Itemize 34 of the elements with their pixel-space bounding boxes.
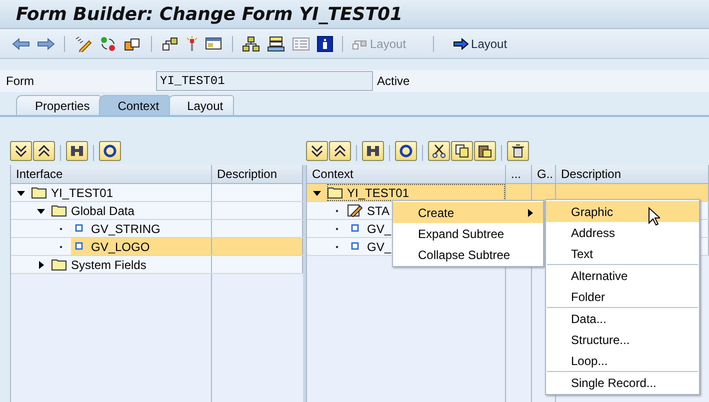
column-header[interactable]: G..	[532, 165, 556, 183]
menu-item[interactable]: Folder	[546, 286, 699, 307]
tree-node[interactable]: System Fields	[51, 256, 150, 273]
form-label: Form	[5, 74, 35, 88]
menu-item[interactable]: Alternative	[546, 265, 699, 286]
layout-button[interactable]: Layout	[453, 36, 508, 50]
menu-item[interactable]: Address	[546, 222, 699, 243]
menu-item[interactable]: Structure...	[546, 329, 699, 350]
tree-node[interactable]: GV_	[347, 220, 396, 237]
tree-node[interactable]: YI_TEST01	[327, 184, 505, 201]
tab[interactable]: Properties	[16, 95, 101, 115]
form-name-field[interactable]: YI_TEST01	[156, 71, 373, 91]
menu-item[interactable]: Collapse Subtree	[393, 244, 543, 265]
column-header[interactable]: ...	[506, 165, 532, 183]
window-title: Form Builder: Change Form YI_TEST01	[16, 4, 403, 24]
status-text: Active	[377, 74, 410, 88]
menu-item[interactable]: Graphic	[546, 201, 699, 222]
column-header[interactable]: Interface	[11, 165, 212, 183]
tab[interactable]: Layout	[168, 95, 234, 115]
tree-node[interactable]: GV_STRING	[71, 220, 164, 237]
tree-node[interactable]: YI_TEST01	[31, 184, 118, 201]
tree-node[interactable]: Global Data	[51, 202, 138, 219]
menu-item[interactable]: Text	[546, 243, 699, 264]
tree-node[interactable]: GV_LOGO	[71, 238, 211, 255]
menu-item[interactable]: Expand Subtree	[393, 223, 543, 244]
menu-item[interactable]: Create	[393, 202, 543, 223]
menu-item[interactable]: Loop...	[546, 350, 699, 371]
tree-node[interactable]: STA	[347, 202, 394, 219]
menu-item[interactable]: Data...	[546, 308, 699, 329]
column-header[interactable]: Context	[307, 165, 506, 183]
tab[interactable]: Context	[98, 95, 170, 115]
tree-node[interactable]: GV_	[347, 238, 396, 255]
menu-item[interactable]: Single Record...	[546, 372, 699, 393]
column-header[interactable]: Description	[556, 165, 709, 183]
